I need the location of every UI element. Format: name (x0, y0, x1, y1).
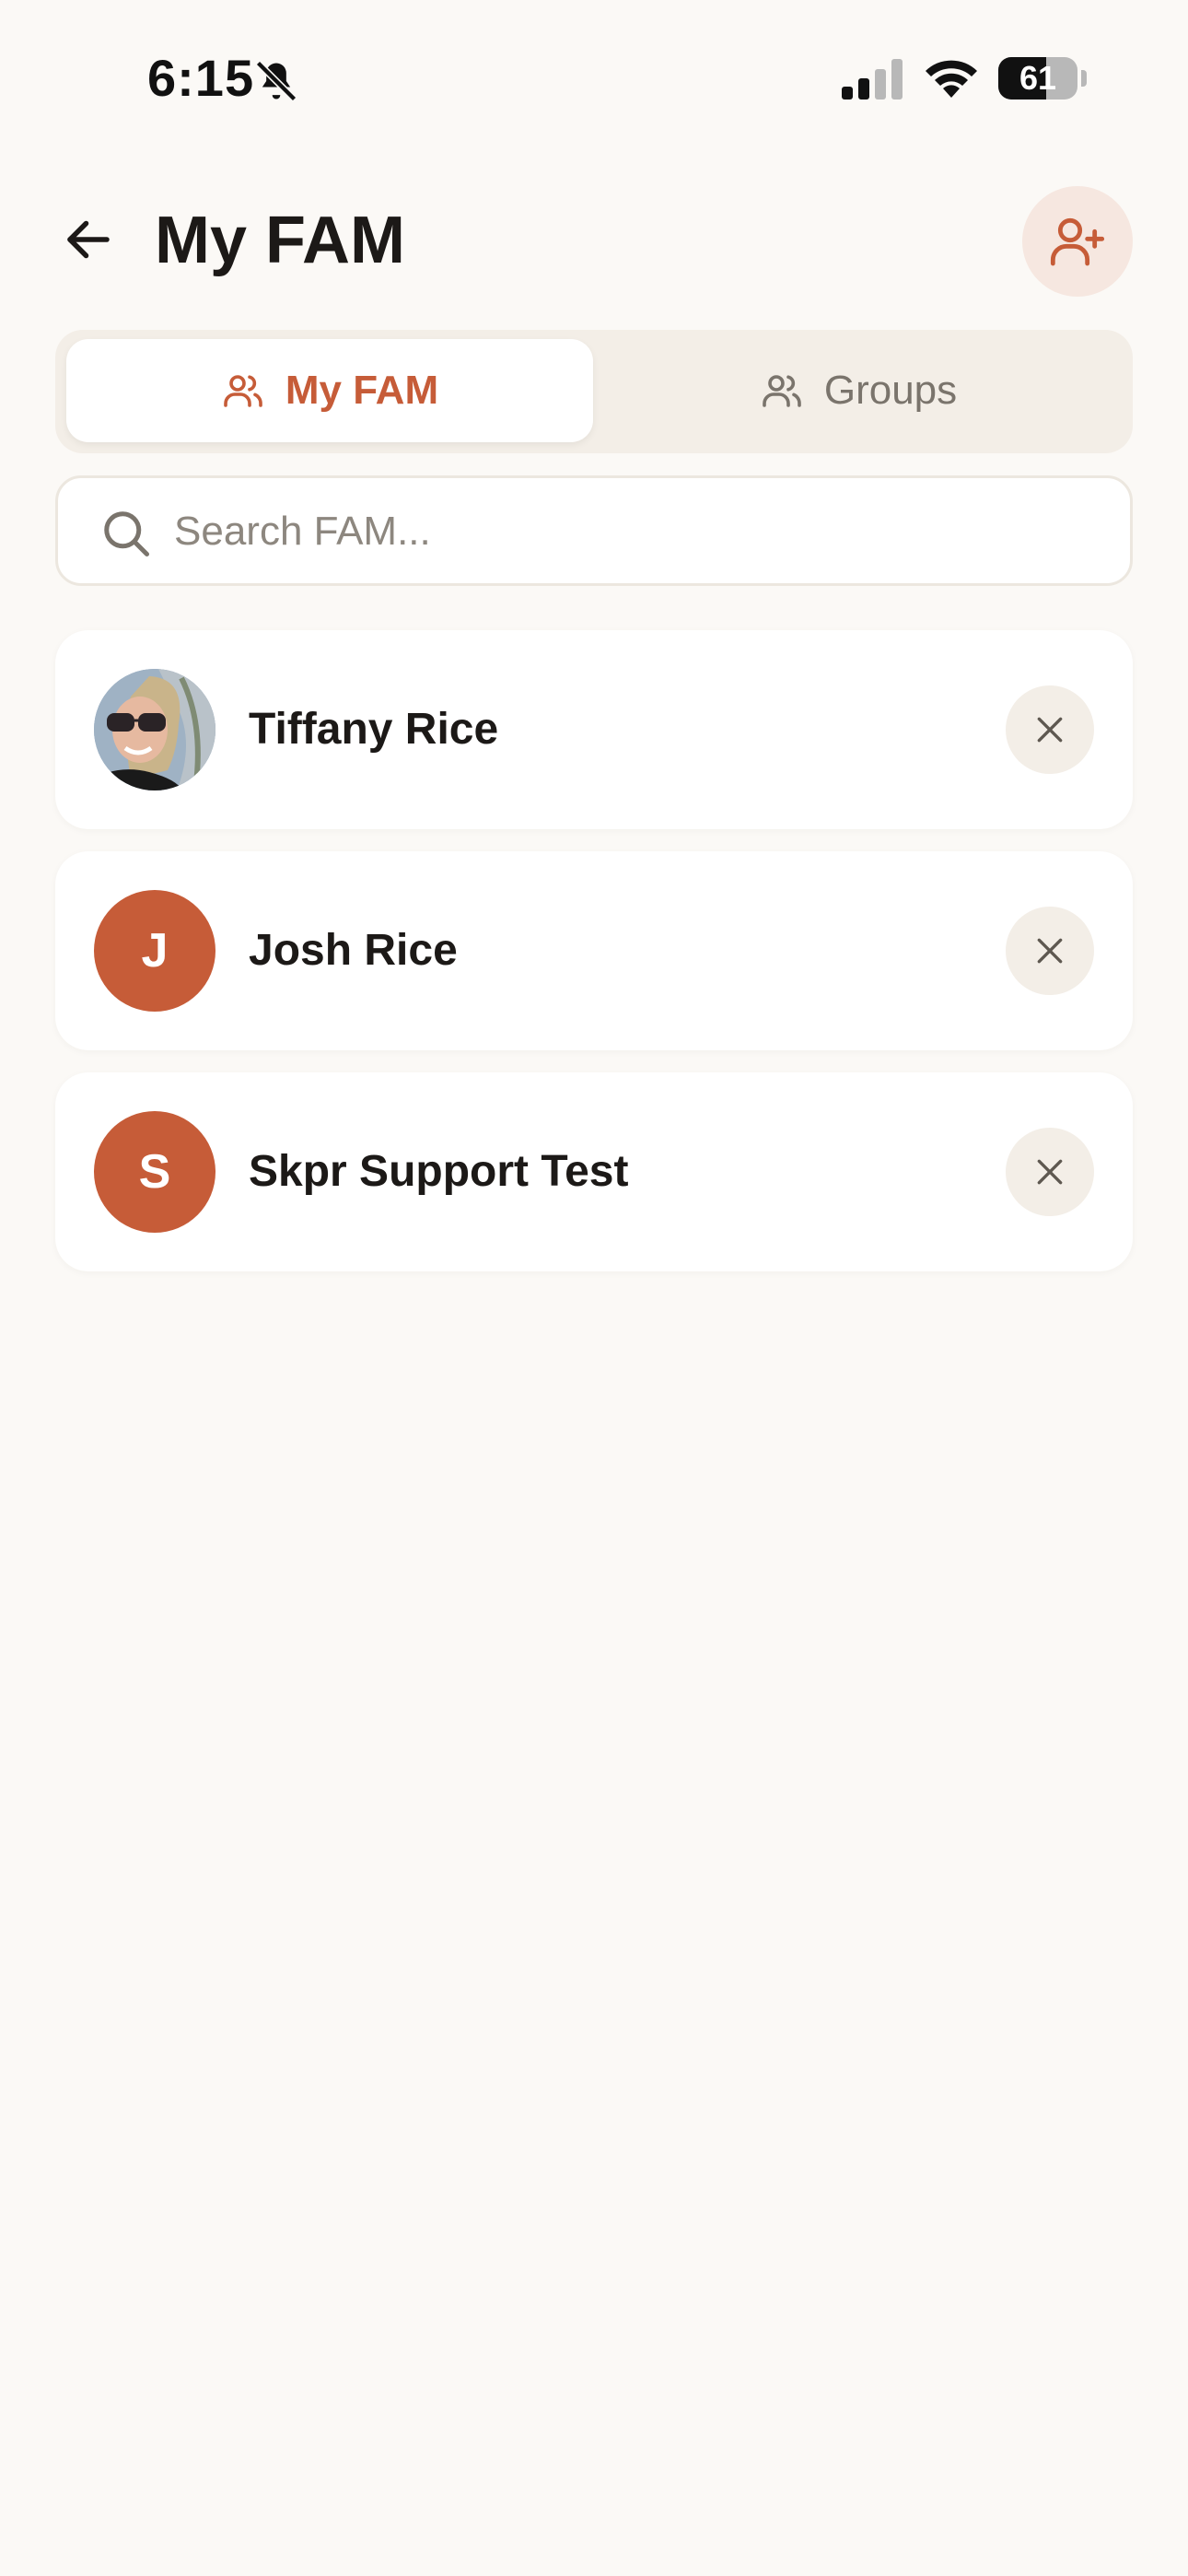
member-name: Tiffany Rice (249, 705, 499, 754)
remove-member-button[interactable] (1006, 685, 1094, 774)
users-icon (224, 375, 262, 407)
status-time: 6:15 (147, 49, 255, 107)
arrow-left-icon (67, 220, 110, 259)
close-icon (1037, 717, 1063, 743)
avatar: S (94, 1111, 215, 1233)
page-title: My FAM (155, 204, 406, 277)
add-member-button[interactable] (1022, 186, 1133, 297)
cellular-signal-icon (842, 59, 903, 100)
member-name: Skpr Support Test (249, 1147, 629, 1196)
users-icon (763, 375, 801, 407)
close-icon (1037, 938, 1063, 964)
segment-tabs: My FAM Groups (55, 330, 1133, 453)
wifi-icon (926, 60, 977, 98)
search-bar (55, 475, 1133, 586)
remove-member-button[interactable] (1006, 1128, 1094, 1216)
search-icon (104, 511, 149, 556)
tab-groups[interactable]: Groups (595, 339, 1122, 442)
back-button[interactable] (52, 203, 125, 276)
member-card-skpr-support-test[interactable]: S Skpr Support Test (55, 1072, 1133, 1271)
bell-slash-icon (255, 60, 297, 102)
user-plus-icon (1050, 217, 1105, 266)
battery-percent: 61 (1019, 59, 1057, 97)
remove-member-button[interactable] (1006, 907, 1094, 995)
tab-label: Groups (823, 368, 958, 413)
profile-photo (94, 669, 215, 790)
member-card-josh-rice[interactable]: J Josh Rice (55, 851, 1133, 1050)
tab-label: My FAM (285, 368, 439, 413)
status-bar: 6:15 61 (0, 0, 1188, 157)
battery-icon: 61 (998, 57, 1087, 100)
fam-screen: 6:15 61 My FAM My FAM Groups Search FAM.… (0, 0, 1188, 2576)
tab-my-fam[interactable]: My FAM (66, 339, 593, 442)
avatar: J (94, 890, 215, 1012)
member-name: Josh Rice (249, 926, 458, 975)
close-icon (1037, 1159, 1063, 1185)
avatar (94, 669, 215, 790)
search-input[interactable] (174, 495, 1095, 568)
member-card-tiffany-rice[interactable]: Tiffany Rice (55, 630, 1133, 829)
